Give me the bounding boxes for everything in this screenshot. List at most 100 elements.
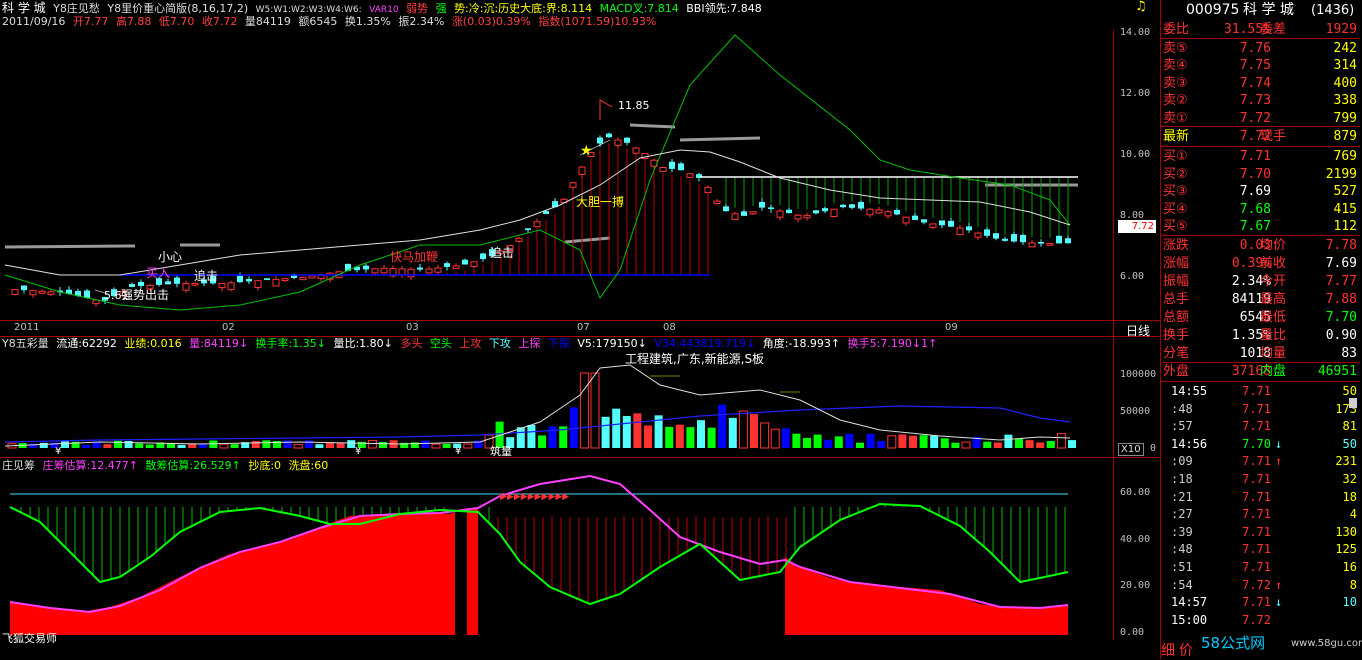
stat-value2: 0.90 [1325, 328, 1357, 343]
vol-title[interactable]: Y8五彩量 [2, 337, 49, 350]
tab-price[interactable]: 价 [1179, 640, 1193, 660]
tick-row: 14:56 7.70 ↓ 50 [1161, 436, 1360, 454]
last-price-row: 最新 7.72 现手 879 [1161, 127, 1360, 146]
brand-label: 飞狐交易师 [2, 632, 57, 645]
buy-row-2[interactable]: 买② 7.70 2199 [1161, 165, 1360, 184]
xtick-2011: 2011 [14, 322, 40, 333]
alarm-icon[interactable]: ♫ [1135, 0, 1149, 14]
sell-row-3-label: 卖③ [1163, 75, 1188, 91]
xtick-03: 03 [406, 322, 419, 333]
weibi-label: 委比 [1163, 22, 1190, 37]
buy-row-4-volume: 415 [1333, 201, 1357, 217]
annot-buy: 买入 [146, 266, 171, 280]
stat-row: 换手 1.35% 量比 0.90 [1161, 326, 1360, 345]
stat-value2: 7.88 [1325, 292, 1357, 307]
svg-text:¥: ¥ [355, 446, 361, 456]
stat-label2: 均价 [1260, 238, 1287, 253]
sell-row-4-price: 7.75 [1239, 58, 1271, 74]
peak-price-label: 11.85 [618, 99, 650, 112]
sell-row-4-label: 卖④ [1163, 58, 1188, 74]
buy-row-4[interactable]: 买④ 7.68 415 [1161, 200, 1360, 219]
x10-badge: X10 [1118, 443, 1144, 456]
vol-xiatan: 下探 [547, 337, 570, 350]
sell-row-1-label: 卖① [1163, 110, 1188, 126]
indicator1-name[interactable]: Y8庄见愁 [53, 2, 100, 15]
weicha-label: 委差 [1260, 22, 1287, 37]
tick-time: :57 [1171, 419, 1193, 434]
tick-price: 7.70 [1242, 436, 1271, 451]
stat-label: 分笔 [1163, 346, 1190, 361]
scroll-indicator[interactable] [1349, 398, 1357, 408]
sell-row-1[interactable]: 卖① 7.72 799 [1161, 109, 1360, 128]
tick-arrow: ↓ [1275, 595, 1283, 610]
sell-row-5-label: 卖⑤ [1163, 41, 1188, 56]
tick-row: :54 7.72 ↑ 8 [1161, 577, 1360, 595]
vol-hs5: 换手5:7.190↓1↑ [847, 337, 938, 350]
stat-row: 分笔 1018 均量 83 [1161, 344, 1360, 363]
stat-row: 总手 84119 最高 7.88 [1161, 290, 1360, 309]
tab-detail[interactable]: 细 [1161, 640, 1175, 660]
tick-time: :48 [1171, 542, 1193, 557]
volume-chart[interactable]: ¥ ¥ ¥ [0, 360, 1113, 456]
svg-text:¥: ¥ [55, 446, 61, 456]
xianshou-value: 879 [1333, 129, 1357, 144]
strong-word: 强 [435, 2, 447, 15]
sell-row-2[interactable]: 卖② 7.73 338 [1161, 91, 1360, 110]
wlist: W5:W1:W2:W3:W4:W6: [255, 5, 362, 15]
tick-volume: 50 [1342, 436, 1357, 451]
tick-row: :27 7.71 4 [1161, 506, 1360, 524]
tick-row: :21 7.71 18 [1161, 489, 1360, 507]
buy-row-1[interactable]: 买① 7.71 769 [1161, 147, 1360, 166]
chip-zhuang: 庄筹估算:12.477↑ [42, 459, 138, 472]
buy-row-4-label: 买④ [1163, 201, 1188, 217]
tick-volume: 16 [1342, 560, 1357, 574]
chip-chart[interactable]: ▶▶▶▶▶▶▶▶▶▶ [0, 472, 1113, 637]
tick-price: 7.71 [1242, 542, 1271, 557]
stat-label: 总额 [1163, 310, 1190, 325]
sell-row-5[interactable]: 卖⑤ 7.76 242 [1161, 39, 1360, 58]
quote-panel: 000975 科 学 城 (1436) 委比 31.55% 委差 1929 卖⑤… [1161, 0, 1362, 659]
buy-row-3[interactable]: 买③ 7.69 527 [1161, 182, 1360, 201]
sell-row-3[interactable]: 卖③ 7.74 400 [1161, 74, 1360, 93]
tick-row: :39 7.71 130 [1161, 524, 1360, 542]
neipan-value: 46951 [1317, 364, 1357, 379]
vol-shanggong: 上攻 [459, 337, 482, 350]
buy-row-2-volume: 2199 [1325, 166, 1357, 182]
buy-row-3-price: 7.69 [1239, 184, 1271, 200]
tick-volume: 81 [1342, 419, 1357, 434]
date: 2011/09/16 [2, 15, 66, 28]
vol-liutong: 流通:62292 [56, 337, 117, 350]
tick-row: 14:57 7.71 ↓ 10 [1161, 594, 1360, 612]
buy-row-5[interactable]: 买⑤ 7.67 112 [1161, 217, 1360, 236]
stat-label: 振幅 [1163, 274, 1190, 289]
sell-row-2-price: 7.73 [1239, 93, 1271, 109]
watermark-url: www.58gu.com [1291, 638, 1362, 649]
tick-volume: 18 [1342, 489, 1357, 504]
stock-seq: (1436) [1311, 3, 1355, 18]
neipan-label: 内盘 [1260, 364, 1287, 379]
vol-v34: V34:443819.719↓ [654, 337, 756, 350]
vol-kongtou: 空头 [429, 337, 452, 350]
indicator2-name[interactable]: Y8里价重心简版(8,16,17,2) [107, 2, 248, 15]
vol-v5: V5:179150↓ [577, 337, 647, 350]
sell-row-2-volume: 338 [1333, 93, 1357, 109]
vol-bottom-border [0, 457, 1160, 458]
sell-row-4[interactable]: 卖④ 7.75 314 [1161, 56, 1360, 75]
low: 低7.70 [158, 15, 195, 28]
tick-price: 7.72 [1242, 577, 1271, 592]
vol-ytick-0: 0 [1150, 443, 1157, 454]
vol-yeji: 业绩:0.016 [124, 337, 182, 350]
chip-title[interactable]: 庄见筹 [2, 459, 35, 472]
weibi-row: 委比 31.55% 委差 1929 [1161, 20, 1360, 39]
buy-row-5-label: 买⑤ [1163, 219, 1188, 235]
trend-text: 势:冷:沉:历史大底:界:8.114 [454, 2, 593, 15]
vol-shangtan: 上探 [518, 337, 541, 350]
tick-volume: 130 [1335, 524, 1357, 539]
chip-ytick-40: 40.00 [1120, 534, 1151, 545]
annot-chase1: 追击 [194, 269, 219, 283]
chip-ytick-0: 0.00 [1120, 627, 1145, 638]
vol-jiaodu: 角度:-18.993↑ [762, 337, 841, 350]
sell-row-1-volume: 799 [1333, 110, 1357, 126]
period-label[interactable]: 日线 [1126, 322, 1150, 339]
stat-row: 总额 6545 最低 7.70 [1161, 308, 1360, 327]
